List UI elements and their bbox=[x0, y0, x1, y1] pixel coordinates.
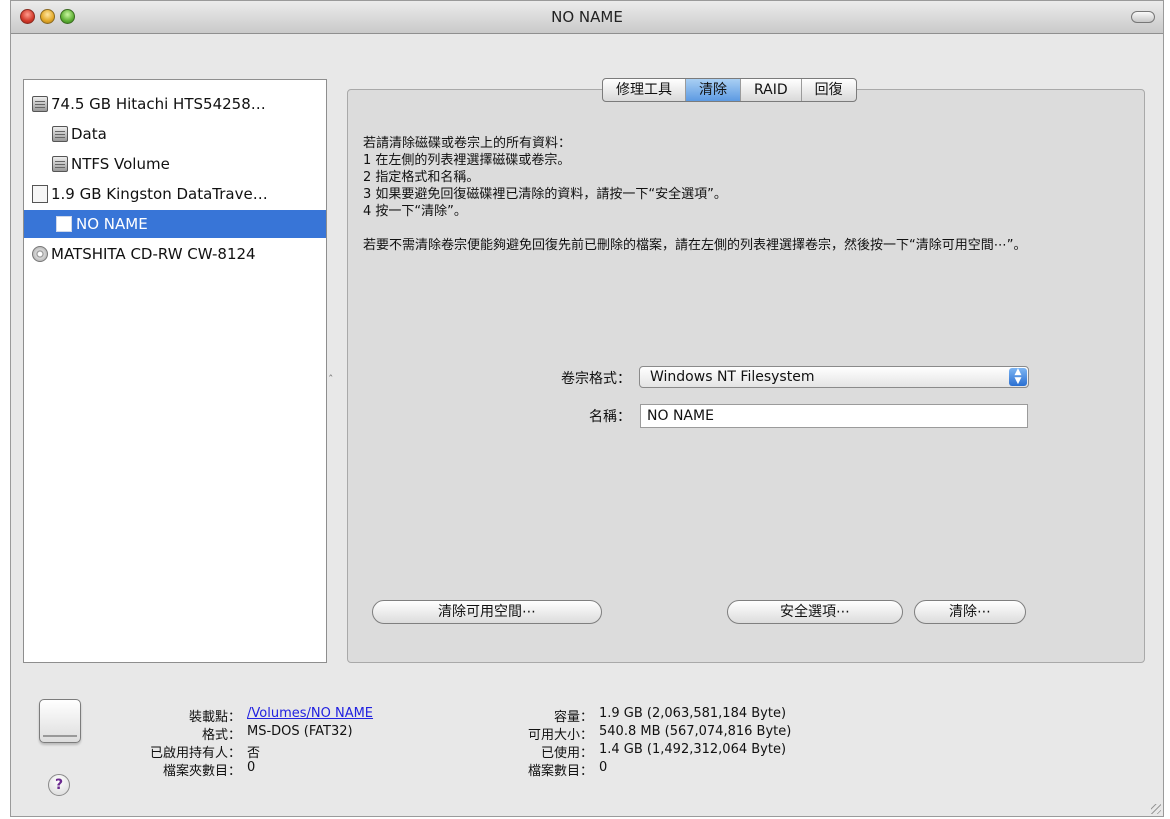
sidebar-item-no-name-volume[interactable]: NO NAME bbox=[24, 210, 326, 238]
volume-format-value: Windows NT Filesystem bbox=[650, 369, 815, 385]
sidebar-item-label: NTFS Volume bbox=[71, 155, 170, 173]
mount-point-label: 裝載點： bbox=[188, 710, 241, 725]
folder-count-label: 檔案夾數目： bbox=[162, 764, 241, 779]
hard-disk-icon bbox=[32, 96, 48, 112]
usb-drive-icon bbox=[32, 185, 48, 203]
volume-name-field[interactable]: NO NAME bbox=[640, 404, 1028, 428]
drive-icon bbox=[39, 699, 81, 743]
resize-handle[interactable] bbox=[1151, 804, 1161, 814]
disk-list[interactable]: 74.5 GB Hitachi HTS54258… Data NTFS Volu… bbox=[23, 79, 327, 663]
tab-first-aid[interactable]: 修理工具 bbox=[603, 79, 685, 101]
instruction-line: 3 如果要避免回復磁碟裡已清除的資料，請按一下“安全選項”。 bbox=[363, 187, 727, 202]
instruction-line: 4 按一下“清除”。 bbox=[363, 204, 467, 219]
tab-erase[interactable]: 清除 bbox=[685, 79, 740, 101]
volume-icon bbox=[52, 126, 68, 142]
instruction-line: 2 指定格式和名稱。 bbox=[363, 170, 480, 185]
sidebar-item-label: 74.5 GB Hitachi HTS54258… bbox=[51, 95, 266, 113]
erase-button[interactable]: 清除⋯ bbox=[914, 600, 1026, 624]
erase-free-space-button[interactable]: 清除可用空間⋯ bbox=[372, 600, 602, 624]
used-value: 1.4 GB (1,492,312,064 Byte) bbox=[599, 742, 787, 757]
popup-arrows-icon: ▲ ▼ bbox=[1009, 368, 1027, 386]
help-button[interactable]: ? bbox=[48, 774, 70, 796]
sidebar-item-kingston-disk[interactable]: 1.9 GB Kingston DataTrave… bbox=[24, 180, 326, 208]
sidebar-item-cd-drive[interactable]: MATSHITA CD-RW CW-8124 bbox=[24, 240, 326, 268]
title-bar[interactable]: NO NAME bbox=[11, 1, 1163, 34]
folder-count-value: 0 bbox=[247, 760, 256, 775]
mount-point-link[interactable]: /Volumes/NO NAME bbox=[247, 706, 373, 721]
toolbar-toggle-button[interactable] bbox=[1131, 11, 1155, 23]
capacity-label: 容量： bbox=[553, 710, 593, 725]
used-label: 已使用： bbox=[540, 746, 593, 761]
sidebar-item-ntfs-volume[interactable]: NTFS Volume bbox=[24, 150, 326, 178]
sidebar-item-label: Data bbox=[71, 125, 107, 143]
available-value: 540.8 MB (567,074,816 Byte) bbox=[599, 724, 792, 739]
volume-icon bbox=[56, 216, 72, 232]
file-count-label: 檔案數目： bbox=[527, 764, 593, 779]
volume-format-select[interactable]: Windows NT Filesystem ▲ ▼ bbox=[639, 366, 1029, 388]
instruction-line: 1 在左側的列表裡選擇磁碟或卷宗。 bbox=[363, 153, 571, 168]
owners-enabled-label: 已啟用持有人： bbox=[149, 746, 241, 761]
sidebar-item-label: MATSHITA CD-RW CW-8124 bbox=[51, 245, 256, 263]
available-label: 可用大小： bbox=[527, 728, 593, 743]
erase-instructions: 若請清除磁碟或卷宗上的所有資料： 1 在左側的列表裡選擇磁碟或卷宗。 2 指定格… bbox=[363, 135, 1123, 254]
instruction-line: 若請清除磁碟或卷宗上的所有資料： bbox=[363, 136, 572, 151]
sidebar-item-data-volume[interactable]: Data bbox=[24, 120, 326, 148]
tab-restore[interactable]: 回復 bbox=[800, 79, 856, 101]
tab-bar: 修理工具 清除 RAID 回復 bbox=[602, 78, 857, 102]
capacity-value: 1.9 GB (2,063,581,184 Byte) bbox=[599, 706, 787, 721]
name-label: 名稱： bbox=[589, 409, 631, 425]
file-count-value: 0 bbox=[599, 760, 608, 775]
free-space-note: 若要不需清除卷宗便能夠避免回復先前已刪除的檔案，請在左側的列表裡選擇卷宗，然後按… bbox=[363, 238, 1027, 253]
format-info-value: MS-DOS (FAT32) bbox=[247, 724, 353, 739]
window-title: NO NAME bbox=[551, 8, 623, 26]
cd-drive-icon bbox=[32, 246, 48, 262]
sidebar-item-hitachi-disk[interactable]: 74.5 GB Hitachi HTS54258… bbox=[24, 90, 326, 118]
sidebar-item-label: NO NAME bbox=[76, 215, 148, 233]
owners-enabled-value: 否 bbox=[247, 746, 261, 761]
sidebar-item-label: 1.9 GB Kingston DataTrave… bbox=[51, 185, 268, 203]
security-options-button[interactable]: 安全選項⋯ bbox=[727, 600, 903, 624]
split-view-handle[interactable]: ˆ bbox=[328, 373, 334, 386]
volume-icon bbox=[52, 156, 68, 172]
format-info-label: 格式： bbox=[201, 728, 241, 743]
volume-format-label: 卷宗格式： bbox=[561, 371, 631, 387]
tab-raid[interactable]: RAID bbox=[740, 79, 801, 101]
disk-utility-window: NO NAME 74.5 GB Hitachi HTS54258… Data N… bbox=[10, 0, 1164, 817]
